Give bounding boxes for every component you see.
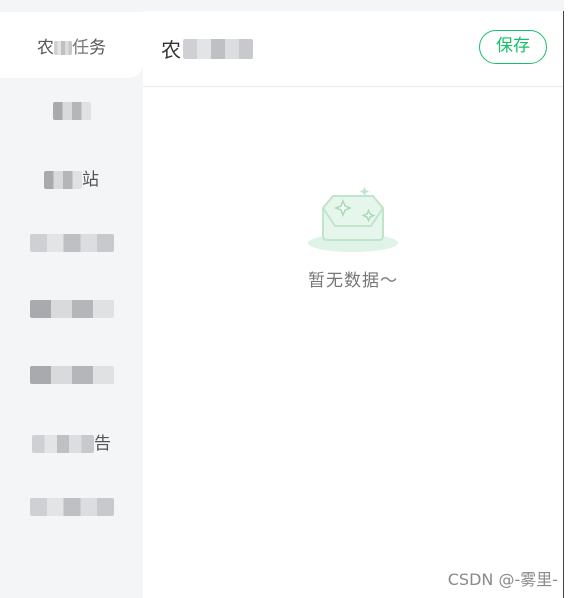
header: 农 保存 [143,11,563,87]
sidebar-item-7[interactable]: 告 [0,408,143,474]
sidebar-item-label: 告 [32,429,111,454]
sidebar-item-3[interactable]: 站 [0,144,143,210]
redacted-label [52,102,91,120]
sidebar-item-label: 农任务 [37,37,106,58]
save-button[interactable]: 保存 [479,30,547,64]
redacted-title [183,38,253,59]
sidebar: 农任务 站 告 [0,0,143,598]
empty-state: 暂无数据～ [143,101,563,291]
sidebar-item-4[interactable] [0,210,143,276]
watermark: CSDN @-雾里- [447,570,558,589]
page-title: 农 [161,34,253,63]
redacted-label [29,300,114,318]
sidebar-item-farm-tasks[interactable]: 农任务 [0,12,143,78]
app-window: 农任务 站 告 农 保存 暂无数据～ [0,0,564,598]
sidebar-item-label: 站 [44,165,99,190]
redacted-label [29,366,114,384]
redacted-label [29,234,114,252]
sidebar-item-2[interactable] [0,78,143,144]
empty-box-icon [308,187,398,252]
empty-message: 暂无数据～ [308,271,398,291]
sidebar-item-6[interactable] [0,342,143,408]
redacted-label [29,498,114,516]
sidebar-item-5[interactable] [0,276,143,342]
sidebar-item-8[interactable] [0,474,143,540]
main-panel: 农 保存 暂无数据～ [143,11,563,598]
